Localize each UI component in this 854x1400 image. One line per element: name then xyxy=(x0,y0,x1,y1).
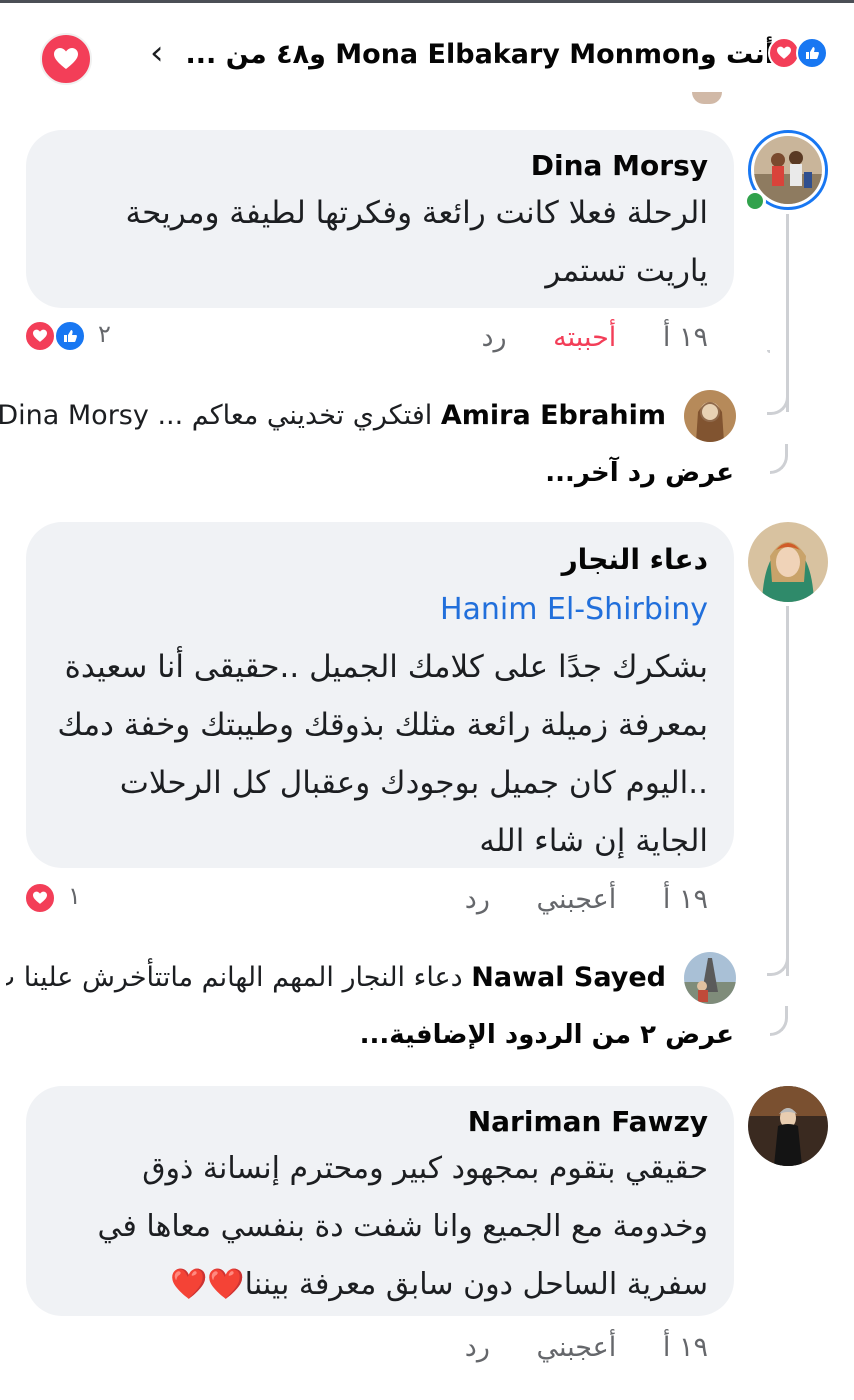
reaction-count: ٢ xyxy=(98,320,111,348)
reply-button[interactable]: رد xyxy=(465,1332,490,1363)
chevron-left-icon[interactable]: ‹ xyxy=(150,33,164,73)
reply-text: افتكري تخديني معاكم ... Dina Morsy xyxy=(0,400,433,431)
thread-line xyxy=(786,214,789,412)
comment-time[interactable]: ١٩ أ xyxy=(663,1332,708,1363)
thread-connector xyxy=(770,1006,788,1036)
thread-connector xyxy=(767,350,770,353)
header-reaction-icons[interactable] xyxy=(768,37,832,71)
reaction-summary[interactable]: ٢ xyxy=(24,318,134,354)
thread-line xyxy=(786,606,789,976)
love-react-icon xyxy=(24,320,56,352)
comment-time[interactable]: ١٩ أ xyxy=(663,322,708,353)
reactions-header: ‹ أنت وMona Elbakary Monmon و٤٨ من ... xyxy=(0,3,854,103)
view-more-replies-link[interactable]: عرض رد آخر... xyxy=(545,458,734,488)
reply-button[interactable]: رد xyxy=(482,322,507,353)
reply-comment[interactable]: Amira Ebrahim افتكري تخديني معاكم ... Di… xyxy=(0,396,666,436)
like-button[interactable]: أعجبني xyxy=(536,1332,616,1363)
like-react-icon xyxy=(54,320,86,352)
comment-actions: ١٩ أ أحببته رد xyxy=(444,322,708,362)
comment-bubble[interactable]: Nariman Fawzy حقيقي بتقوم بمجهود كبير وم… xyxy=(26,1086,734,1316)
like-react-icon xyxy=(796,37,828,69)
heart-emoji: ❤️❤️ xyxy=(169,1267,245,1302)
reply-author[interactable]: Nawal Sayed xyxy=(471,962,666,993)
comment-actions: ١٩ أ أعجبني رد xyxy=(427,1332,708,1372)
avatar[interactable] xyxy=(748,522,828,602)
reply-author[interactable]: Amira Ebrahim xyxy=(441,400,666,431)
avatar[interactable] xyxy=(684,952,736,1004)
heart-react-button[interactable] xyxy=(40,33,92,85)
comment-author[interactable]: Dina Morsy xyxy=(48,148,708,184)
like-button[interactable]: أحببته xyxy=(553,322,616,353)
avatar[interactable] xyxy=(684,390,736,442)
love-react-icon xyxy=(24,882,56,914)
comment-text: حقيقي بتقوم بمجهود كبير ومحترم إنسانة ذو… xyxy=(48,1140,708,1314)
comment-text: بشكرك جدًا على كلامك الجميل ..حقيقى أنا … xyxy=(57,649,708,859)
view-more-replies-link[interactable]: عرض ٢ من الردود الإضافية... xyxy=(360,1020,734,1050)
avatar[interactable] xyxy=(748,1086,828,1166)
comment-author[interactable]: دعاء النجار xyxy=(48,542,708,578)
online-status-indicator xyxy=(744,190,766,212)
comment-bubble[interactable]: Dina Morsy الرحلة فعلا كانت رائعة وفكرته… xyxy=(26,130,734,308)
comment-bubble[interactable]: دعاء النجار Hanim El-Shirbiny بشكرك جدًا… xyxy=(26,522,734,868)
comment-time[interactable]: ١٩ أ xyxy=(663,884,708,915)
reactors-summary[interactable]: أنت وMona Elbakary Monmon و٤٨ من ... xyxy=(186,33,774,77)
thread-connector xyxy=(770,444,788,474)
comment-actions: ١٩ أ أعجبني رد xyxy=(427,884,708,924)
reaction-count: ١ xyxy=(68,882,81,910)
like-button[interactable]: أعجبني xyxy=(536,884,616,915)
reply-button[interactable]: رد xyxy=(465,884,490,915)
mentioned-user[interactable]: Hanim El-Shirbiny xyxy=(48,586,708,634)
reply-text: دعاء النجار المهم الهانم ماتتأخرش علينا … xyxy=(6,962,463,993)
comment-text: الرحلة فعلا كانت رائعة وفكرتها لطيفة ومر… xyxy=(125,195,708,289)
comment-author[interactable]: Nariman Fawzy xyxy=(48,1104,708,1140)
reaction-summary[interactable]: ١ xyxy=(24,880,104,916)
reply-comment[interactable]: Nawal Sayed دعاء النجار المهم الهانم مات… xyxy=(6,958,666,998)
heart-icon xyxy=(54,48,78,69)
